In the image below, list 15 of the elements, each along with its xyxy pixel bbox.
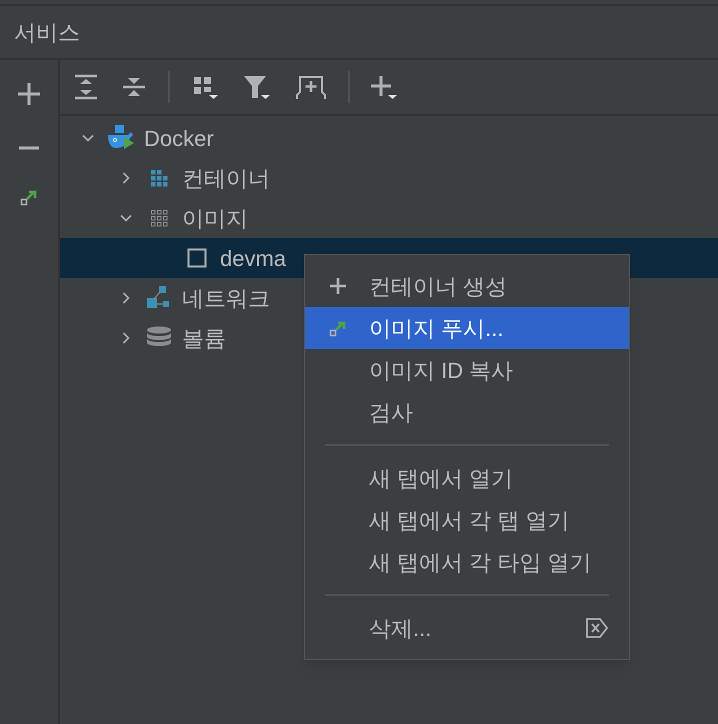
menu-item-label: 새 탭에서 각 탭 열기: [369, 506, 570, 534]
tree-label: 이미지: [182, 204, 248, 232]
menu-item-label: 삭제...: [369, 614, 432, 642]
tree-label: Docker: [144, 124, 214, 152]
menu-item-label: 이미지 푸시...: [369, 314, 504, 342]
panel-title: 서비스: [14, 18, 80, 46]
tree-label: 컨테이너: [182, 164, 270, 192]
tree-label: 볼륨: [182, 324, 226, 352]
menu-item-label: 검사: [369, 398, 414, 426]
menu-item-label: 이미지 ID 복사: [369, 356, 514, 384]
menu-item-label: 컨테이너 생성: [369, 272, 508, 300]
menu-item-label: 새 탭에서 열기: [369, 464, 514, 492]
menu-item-label: 새 탭에서 각 타입 열기: [369, 548, 592, 576]
tree-label: 네트워크: [182, 284, 270, 312]
tree-label: devma: [220, 244, 286, 272]
